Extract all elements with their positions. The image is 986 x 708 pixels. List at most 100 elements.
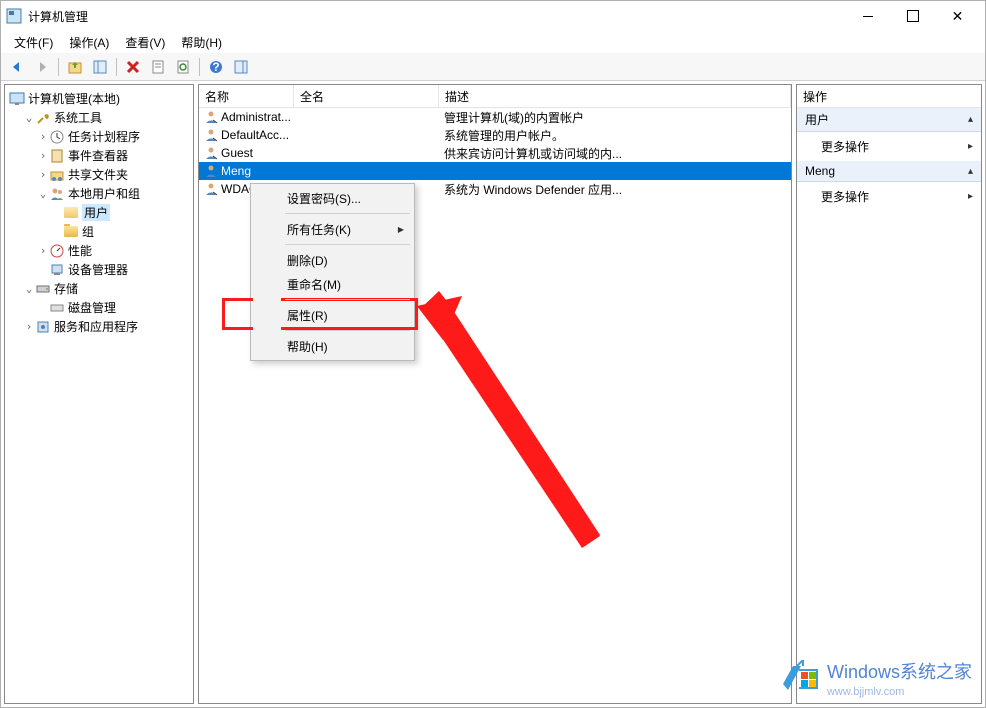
up-button[interactable]: [64, 56, 86, 78]
submenu-icon: ▸: [968, 141, 973, 152]
menu-help[interactable]: 帮助(H): [173, 32, 230, 53]
users-icon: [49, 186, 65, 202]
show-hide-action-button[interactable]: [230, 56, 252, 78]
expand-icon[interactable]: ›: [37, 149, 49, 162]
ctx-set-password[interactable]: 设置密码(S)...: [253, 186, 412, 210]
action-more-1[interactable]: 更多操作 ▸: [797, 132, 981, 161]
watermark-url: www.bjjmlv.com: [827, 686, 972, 698]
ctx-all-tasks[interactable]: 所有任务(K): [253, 217, 412, 241]
col-name[interactable]: 名称: [199, 85, 294, 107]
tree-performance[interactable]: › 性能: [9, 241, 189, 260]
action-more-2[interactable]: 更多操作 ▸: [797, 182, 981, 211]
col-fullname[interactable]: 全名: [294, 85, 439, 107]
collapse-icon[interactable]: ⌄: [37, 187, 49, 200]
user-icon: [204, 110, 218, 124]
submenu-icon: ▸: [968, 191, 973, 202]
separator: [285, 213, 410, 214]
shared-folder-icon: [49, 167, 65, 183]
expand-icon[interactable]: ›: [37, 130, 49, 143]
services-icon: [35, 319, 51, 335]
back-button[interactable]: [6, 56, 28, 78]
show-hide-tree-button[interactable]: [89, 56, 111, 78]
refresh-button[interactable]: [172, 56, 194, 78]
separator: [285, 299, 410, 300]
ctx-delete[interactable]: 删除(D): [253, 248, 412, 272]
title-text: 计算机管理: [28, 8, 845, 25]
device-icon: [49, 262, 65, 278]
main-area: 计算机管理(本地) ⌄ 系统工具 › 任务计划程序 › 事件查看器 › 共享文件…: [1, 81, 985, 707]
forward-button[interactable]: [31, 56, 53, 78]
help-button[interactable]: ?: [205, 56, 227, 78]
ctx-properties[interactable]: 属性(R): [253, 303, 412, 327]
storage-icon: [35, 281, 51, 297]
performance-icon: [49, 243, 65, 259]
toolbar-separator: [116, 58, 117, 76]
collapse-icon[interactable]: ⌄: [23, 111, 35, 124]
tree-groups[interactable]: 组: [9, 222, 189, 241]
user-icon: [204, 182, 218, 196]
tree-task-scheduler[interactable]: › 任务计划程序: [9, 127, 189, 146]
list-row-selected[interactable]: Meng: [199, 162, 791, 180]
separator: [285, 330, 410, 331]
toolbar-separator: [199, 58, 200, 76]
expand-icon[interactable]: ›: [37, 244, 49, 257]
ctx-rename[interactable]: 重命名(M): [253, 272, 412, 296]
tree-event-viewer[interactable]: › 事件查看器: [9, 146, 189, 165]
watermark-text: Windows系统之家: [827, 658, 972, 684]
menu-file[interactable]: 文件(F): [6, 32, 61, 53]
tree-disk-management[interactable]: 磁盘管理: [9, 298, 189, 317]
close-button[interactable]: ✕: [935, 1, 980, 31]
app-window: 计算机管理 ✕ 文件(F) 操作(A) 查看(V) 帮助(H) ? 计算机管理(…: [0, 0, 986, 708]
expand-icon[interactable]: ›: [37, 168, 49, 181]
ctx-help[interactable]: 帮助(H): [253, 334, 412, 358]
svg-text:?: ?: [212, 60, 219, 74]
app-icon: [6, 8, 22, 24]
tree-shared-folders[interactable]: › 共享文件夹: [9, 165, 189, 184]
list-row[interactable]: Administrat... 管理计算机(域)的内置帐户: [199, 108, 791, 126]
properties-button[interactable]: [147, 56, 169, 78]
user-icon: [204, 164, 218, 178]
menu-action[interactable]: 操作(A): [61, 32, 117, 53]
collapse-icon: ▴: [968, 166, 973, 177]
computer-icon: [9, 91, 25, 107]
menu-view[interactable]: 查看(V): [117, 32, 173, 53]
list-row[interactable]: DefaultAcc... 系统管理的用户帐户。: [199, 126, 791, 144]
tree-panel[interactable]: 计算机管理(本地) ⌄ 系统工具 › 任务计划程序 › 事件查看器 › 共享文件…: [4, 84, 194, 704]
title-bar[interactable]: 计算机管理 ✕: [1, 1, 985, 31]
tree-users[interactable]: 用户: [9, 203, 189, 222]
expand-icon[interactable]: ›: [23, 320, 35, 333]
event-icon: [49, 148, 65, 164]
disk-icon: [49, 300, 65, 316]
actions-header: 操作: [797, 85, 981, 108]
user-icon: [204, 146, 218, 160]
separator: [285, 244, 410, 245]
maximize-button[interactable]: [890, 1, 935, 31]
tree-system-tools[interactable]: ⌄ 系统工具: [9, 108, 189, 127]
delete-button[interactable]: [122, 56, 144, 78]
collapse-icon[interactable]: ⌄: [23, 282, 35, 295]
toolbar-separator: [58, 58, 59, 76]
menu-bar: 文件(F) 操作(A) 查看(V) 帮助(H): [1, 31, 985, 53]
tree-local-users-groups[interactable]: ⌄ 本地用户和组: [9, 184, 189, 203]
minimize-button[interactable]: [845, 1, 890, 31]
tree-root[interactable]: 计算机管理(本地): [9, 89, 189, 108]
action-group-users[interactable]: 用户 ▴: [797, 108, 981, 132]
user-icon: [204, 128, 218, 142]
action-group-meng[interactable]: Meng ▴: [797, 161, 981, 182]
folder-icon: [63, 224, 79, 240]
collapse-icon: ▴: [968, 114, 973, 125]
actions-panel: 操作 用户 ▴ 更多操作 ▸ Meng ▴ 更多操作 ▸: [796, 84, 982, 704]
list-panel: 名称 全名 描述 Administrat... 管理计算机(域)的内置帐户 De…: [198, 84, 792, 704]
list-header: 名称 全名 描述: [199, 85, 791, 108]
windows-logo-icon: [783, 660, 819, 696]
context-menu: 设置密码(S)... 所有任务(K) 删除(D) 重命名(M) 属性(R) 帮助…: [250, 183, 415, 361]
col-desc[interactable]: 描述: [439, 85, 791, 107]
watermark: Windows系统之家 www.bjjmlv.com: [783, 658, 972, 698]
tree-services-apps[interactable]: › 服务和应用程序: [9, 317, 189, 336]
toolbar: ?: [1, 53, 985, 81]
tree-storage[interactable]: ⌄ 存储: [9, 279, 189, 298]
tree-device-manager[interactable]: 设备管理器: [9, 260, 189, 279]
folder-open-icon: [63, 205, 79, 221]
list-row[interactable]: Guest 供来宾访问计算机或访问域的内...: [199, 144, 791, 162]
tools-icon: [35, 110, 51, 126]
